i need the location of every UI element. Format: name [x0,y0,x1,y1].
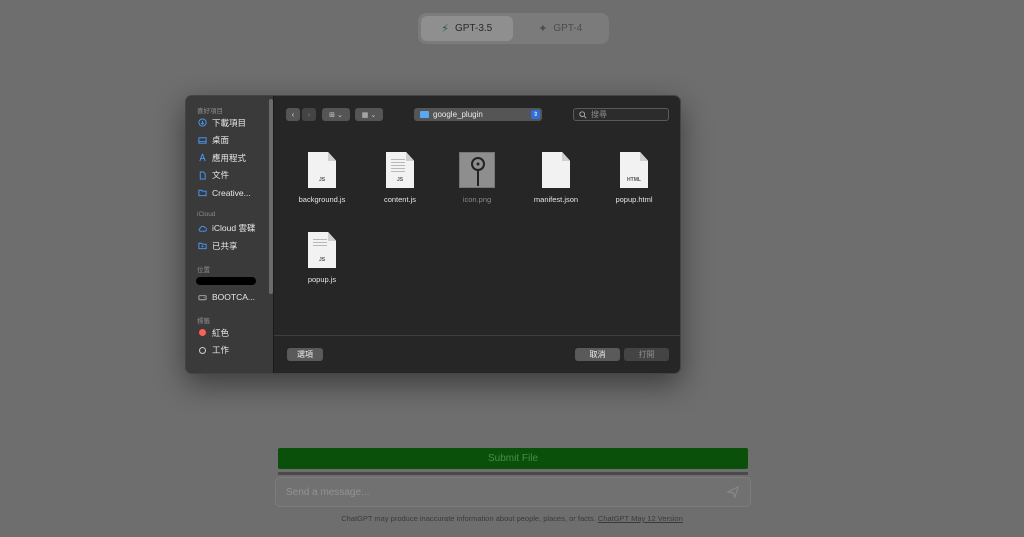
favorites-header: 喜好項目 [197,108,223,115]
view-icons-button[interactable]: ⊞ ⌄ [322,108,350,121]
png-thumbnail-icon [459,152,495,188]
js-file-icon: JS [386,152,414,188]
path-label: google_plugin [433,110,483,119]
sidebar-item-shared[interactable]: 已共享 [186,237,273,255]
sidebar-item-label: 應用程式 [212,152,247,163]
file-name: content.js [383,195,417,204]
footer-text: ChatGPT may produce inaccurate informati… [341,514,598,523]
cancel-button[interactable]: 取消 [575,348,620,361]
sidebar-item-label: iCloud 雲碟 [212,223,256,234]
options-button[interactable]: 選項 [287,348,323,361]
icloud-header: iCloud [197,210,216,218]
drive-icon [198,293,207,302]
folder-icon [198,188,207,197]
download-icon [198,118,207,127]
locations-header: 位置 [197,266,210,274]
chevron-right-icon: › [307,110,311,119]
model-gpt4-label: GPT-4 [553,23,583,34]
sidebar-item-label: 工作 [212,345,230,356]
file-name: icon.png [462,195,492,204]
red-tag-icon [198,328,207,337]
empty-tag-icon [198,346,207,355]
cloud-icon [198,224,207,233]
submit-file-button[interactable]: Submit File [278,448,748,469]
sidebar-item-label: Creative... [212,187,251,198]
sidebar-item-label: 下載項目 [212,117,247,128]
message-box[interactable] [275,477,751,507]
sidebar-item-tag-work[interactable]: 工作 [186,342,273,360]
forward-button[interactable]: › [302,108,316,121]
file-item[interactable]: icon.png [440,152,514,204]
sidebar-item-applications[interactable]: 應用程式 [186,149,273,167]
html-file-icon: HTML [620,152,648,188]
file-name: manifest.json [533,195,579,204]
sidebar-item-creative[interactable]: Creative... [186,184,273,202]
json-file-icon [542,152,570,188]
file-item[interactable]: HTML popup.html [597,152,671,204]
dialog-divider [274,335,680,336]
sidebar-item-desktop[interactable]: 桌面 [186,132,273,150]
updown-chevron-icon: ⇕ [531,110,540,119]
dialog-sidebar: 喜好項目 下載項目 桌面 應用程式 文件 Creative... iCloud … [186,96,274,373]
apps-icon [198,153,207,162]
sidebar-item-label: BOOTCA... [212,292,255,303]
send-icon[interactable] [726,485,740,499]
js-file-icon: JS [308,232,336,268]
shared-folder-icon [198,241,207,250]
search-field[interactable] [573,108,669,121]
sidebar-item-label: 紅色 [212,327,230,338]
message-input[interactable] [286,486,726,498]
sidebar-item-label: 桌面 [212,135,230,146]
dialog-toolbar: ‹ › ⊞ ⌄ ▦ ⌄ google_plugin ⇕ [286,108,670,122]
version-link[interactable]: ChatGPT May 12 Version [598,514,683,523]
file-item[interactable]: JS content.js [363,152,437,204]
sidebar-item-documents[interactable]: 文件 [186,167,273,185]
search-input[interactable] [591,110,661,119]
model-gpt35-label: GPT-3.5 [454,23,493,34]
file-name: popup.html [615,195,653,204]
chevron-left-icon: ‹ [291,110,295,119]
sidebar-item-downloads[interactable]: 下載項目 [186,114,273,132]
sidebar-scrollbar[interactable] [269,99,273,294]
js-file-icon: JS [308,152,336,188]
grid-view-icon: ⊞ ⌄ [329,111,343,119]
search-icon [579,110,587,119]
tags-header: 標籤 [197,318,210,325]
sparkle-icon: ✦ [538,23,548,35]
open-button[interactable]: 打開 [624,348,669,361]
file-item[interactable]: manifest.json [519,152,593,204]
folder-icon [420,111,429,118]
sidebar-item-tag-red[interactable]: 紅色 [186,324,273,342]
model-gpt4-tab[interactable]: ✦ GPT-4 [515,16,607,41]
group-grid-icon: ▦ ⌄ [361,111,377,119]
file-item[interactable]: JS popup.js [285,232,359,284]
redacted-location[interactable] [196,276,256,285]
document-icon [198,171,207,180]
file-name: popup.js [307,275,337,284]
desktop-icon [198,136,207,145]
sidebar-item-icloud-drive[interactable]: iCloud 雲碟 [186,220,273,238]
group-button[interactable]: ▦ ⌄ [355,108,383,121]
lightning-icon: ⚡ [441,23,449,35]
file-name: background.js [298,195,346,204]
file-item[interactable]: JS background.js [285,152,359,204]
sidebar-item-label: 已共享 [212,240,238,251]
model-switcher: ⚡ GPT-3.5 ✦ GPT-4 [418,13,609,44]
file-picker-dialog: 喜好項目 下載項目 桌面 應用程式 文件 Creative... iCloud … [185,95,681,374]
footer-note: ChatGPT may produce inaccurate informati… [0,514,1024,523]
back-button[interactable]: ‹ [286,108,300,121]
sidebar-item-label: 文件 [212,170,230,181]
path-selector[interactable]: google_plugin ⇕ [414,108,542,121]
model-gpt35-tab[interactable]: ⚡ GPT-3.5 [421,16,513,41]
composer-divider [278,472,748,475]
sidebar-item-bootcamp[interactable]: BOOTCA... [186,289,273,307]
